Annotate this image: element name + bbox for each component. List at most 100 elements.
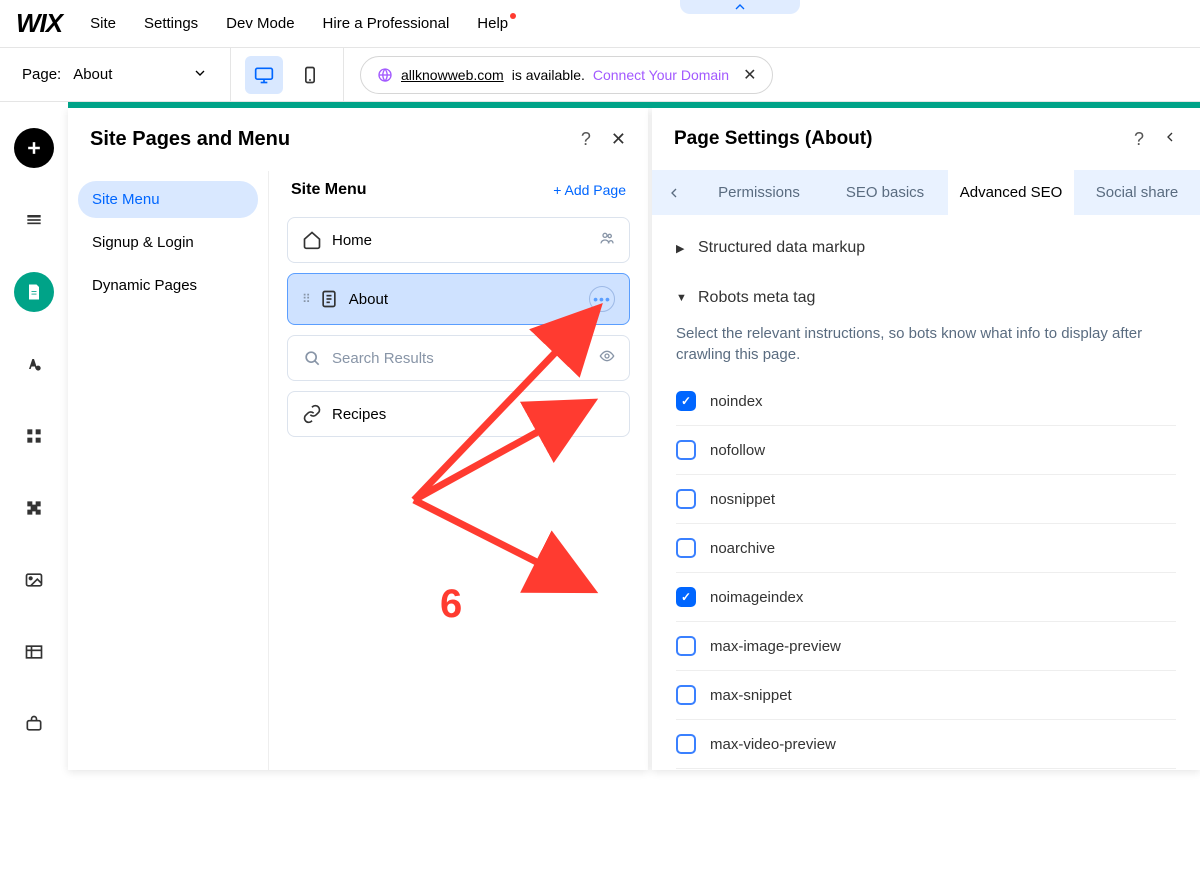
checkbox-noimageindex[interactable] bbox=[676, 587, 696, 607]
check-label: max-video-preview bbox=[710, 736, 836, 753]
settings-panel-title: Page Settings (About) bbox=[674, 128, 872, 150]
members-icon bbox=[599, 230, 615, 250]
caret-right-icon: ▶ bbox=[676, 242, 688, 255]
dismiss-domain-icon[interactable]: ✕ bbox=[743, 65, 756, 85]
page-label: Page: bbox=[22, 66, 61, 83]
drag-handle-icon[interactable]: ⠿ bbox=[302, 292, 309, 306]
home-icon bbox=[302, 230, 322, 250]
nav-site[interactable]: Site bbox=[90, 15, 116, 32]
settings-panel: Page Settings (About) ? Permissions SEO … bbox=[652, 108, 1200, 770]
domain-pill: allknowweb.com is available. Connect You… bbox=[360, 56, 773, 94]
nav-devmode[interactable]: Dev Mode bbox=[226, 15, 294, 32]
check-row-noarchive: noarchive bbox=[676, 524, 1176, 573]
tab-advanced-seo[interactable]: Advanced SEO bbox=[948, 170, 1074, 215]
desktop-view-button[interactable] bbox=[245, 56, 283, 94]
check-label: noarchive bbox=[710, 540, 775, 557]
nav-help[interactable]: Help bbox=[477, 15, 508, 32]
rail-apps-icon[interactable] bbox=[14, 416, 54, 456]
page-icon bbox=[319, 289, 339, 309]
check-row-nosnippet: nosnippet bbox=[676, 475, 1176, 524]
visibility-icon bbox=[599, 348, 615, 368]
tab-social-share[interactable]: Social share bbox=[1074, 170, 1200, 215]
checkbox-noindex[interactable] bbox=[676, 391, 696, 411]
page-row-label: Home bbox=[332, 232, 372, 249]
nav-hire[interactable]: Hire a Professional bbox=[323, 15, 450, 32]
close-icon[interactable]: ✕ bbox=[611, 129, 626, 150]
page-selector[interactable]: Page: About bbox=[0, 48, 230, 101]
check-row-noindex: noindex bbox=[676, 377, 1176, 426]
checkbox-max-snippet[interactable] bbox=[676, 685, 696, 705]
pages-list-title: Site Menu bbox=[291, 181, 367, 199]
tab-seo-basics[interactable]: SEO basics bbox=[822, 170, 948, 215]
page-row-home[interactable]: Home bbox=[287, 217, 630, 263]
pages-sidebar: Site Menu Signup & Login Dynamic Pages bbox=[68, 171, 268, 770]
page-row-label: Search Results bbox=[332, 350, 434, 367]
rail-plugins-icon[interactable] bbox=[14, 488, 54, 528]
page-row-about[interactable]: ⠿ About ••• bbox=[287, 273, 630, 325]
tabs-back-button[interactable] bbox=[652, 170, 696, 215]
rail-pages-icon[interactable] bbox=[14, 272, 54, 312]
checkbox-nosnippet[interactable] bbox=[676, 489, 696, 509]
check-label: nosnippet bbox=[710, 491, 775, 508]
pages-panel-title: Site Pages and Menu bbox=[90, 128, 290, 151]
pages-list: Site Menu + Add Page Home ⠿ About ••• bbox=[268, 171, 648, 770]
globe-icon bbox=[377, 67, 393, 83]
accordion-structured-data[interactable]: ▶ Structured data markup bbox=[676, 223, 1176, 273]
help-icon[interactable]: ? bbox=[1134, 129, 1144, 150]
check-label: noimageindex bbox=[710, 589, 803, 606]
checkbox-noarchive[interactable] bbox=[676, 538, 696, 558]
check-label: max-snippet bbox=[710, 687, 792, 704]
checkbox-max-image-preview[interactable] bbox=[676, 636, 696, 656]
chevron-down-icon bbox=[192, 65, 208, 85]
check-label: nofollow bbox=[710, 442, 765, 459]
check-row-max-snippet: max-snippet bbox=[676, 671, 1176, 720]
robots-description: Select the relevant instructions, so bot… bbox=[676, 323, 1176, 377]
second-bar: Page: About allknowweb.com is available.… bbox=[0, 48, 1200, 102]
device-switch bbox=[230, 48, 344, 101]
check-row-max-video-preview: max-video-preview bbox=[676, 720, 1176, 769]
pages-panel: Site Pages and Menu ? ✕ Site Menu Signup… bbox=[68, 108, 648, 770]
domain-available-text: is available. bbox=[512, 67, 585, 83]
search-icon bbox=[302, 348, 322, 368]
accordion-label: Robots meta tag bbox=[698, 289, 815, 307]
rail-media-icon[interactable] bbox=[14, 560, 54, 600]
checkbox-max-video-preview[interactable] bbox=[676, 734, 696, 754]
rail-business-icon[interactable] bbox=[14, 704, 54, 744]
check-row-nofollow: nofollow bbox=[676, 426, 1176, 475]
rail-data-icon[interactable] bbox=[14, 632, 54, 672]
domain-link[interactable]: allknowweb.com bbox=[401, 67, 504, 83]
sidebar-item-site-menu[interactable]: Site Menu bbox=[78, 181, 258, 218]
rail-sections-icon[interactable] bbox=[14, 200, 54, 240]
page-row-label: About bbox=[349, 291, 388, 308]
page-name: About bbox=[73, 66, 112, 83]
nav-settings[interactable]: Settings bbox=[144, 15, 198, 32]
check-row-max-image-preview: max-image-preview bbox=[676, 622, 1176, 671]
connect-domain-link[interactable]: Connect Your Domain bbox=[593, 67, 729, 83]
collapse-icon[interactable] bbox=[1162, 129, 1178, 150]
check-row-noimageindex: noimageindex bbox=[676, 573, 1176, 622]
sidebar-item-dynamic-pages[interactable]: Dynamic Pages bbox=[78, 267, 258, 304]
checkbox-nofollow[interactable] bbox=[676, 440, 696, 460]
check-label: max-image-preview bbox=[710, 638, 841, 655]
top-nav: WIX Site Settings Dev Mode Hire a Profes… bbox=[0, 0, 1200, 48]
link-icon bbox=[302, 404, 322, 424]
mobile-view-button[interactable] bbox=[291, 56, 329, 94]
tab-permissions[interactable]: Permissions bbox=[696, 170, 822, 215]
sidebar-item-signup-login[interactable]: Signup & Login bbox=[78, 224, 258, 261]
expand-tab[interactable] bbox=[680, 0, 800, 14]
page-row-recipes[interactable]: Recipes bbox=[287, 391, 630, 437]
rail-design-icon[interactable] bbox=[14, 344, 54, 384]
wix-logo[interactable]: WIX bbox=[16, 8, 62, 39]
check-label: noindex bbox=[710, 393, 763, 410]
left-rail bbox=[0, 102, 68, 770]
add-button[interactable] bbox=[14, 128, 54, 168]
page-row-search-results[interactable]: Search Results bbox=[287, 335, 630, 381]
settings-tabs: Permissions SEO basics Advanced SEO Soci… bbox=[652, 170, 1200, 215]
page-row-label: Recipes bbox=[332, 406, 386, 423]
help-icon[interactable]: ? bbox=[581, 129, 591, 150]
accordion-robots-meta[interactable]: ▼ Robots meta tag bbox=[676, 273, 1176, 323]
more-actions-button[interactable]: ••• bbox=[589, 286, 615, 312]
accordion-label: Structured data markup bbox=[698, 239, 865, 257]
caret-down-icon: ▼ bbox=[676, 292, 688, 304]
add-page-button[interactable]: + Add Page bbox=[553, 182, 626, 198]
